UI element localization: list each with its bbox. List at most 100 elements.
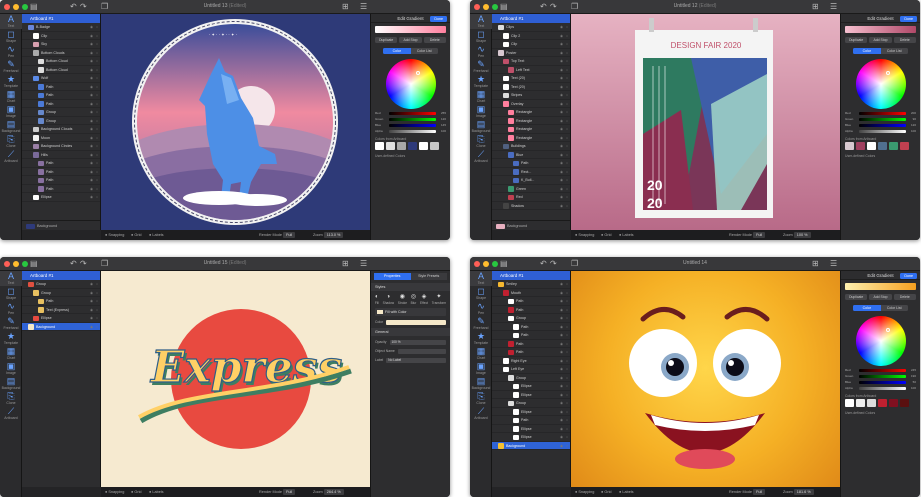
visibility-eye-icon[interactable]: ◉ — [560, 117, 563, 126]
lock-icon[interactable]: ○ — [566, 193, 568, 202]
layer-row[interactable]: Stripes ◉ ○ — [492, 91, 570, 100]
done-button[interactable]: Done — [900, 272, 917, 279]
visibility-eye-icon[interactable]: ◉ — [90, 323, 93, 332]
visibility-eye-icon[interactable]: ◉ — [90, 176, 93, 185]
align-icon[interactable]: ⊞ — [812, 2, 819, 12]
green-slider[interactable] — [859, 374, 906, 378]
lock-icon[interactable]: ○ — [566, 176, 568, 185]
lock-icon[interactable]: ○ — [566, 425, 568, 434]
layer-row[interactable]: Ellipse ◉ ○ — [22, 314, 100, 323]
lock-icon[interactable]: ○ — [566, 134, 568, 143]
tool-background[interactable]: ▤ Background — [470, 119, 492, 134]
snapping-toggle[interactable]: ● Snapping — [105, 487, 124, 497]
lock-icon[interactable]: ○ — [96, 323, 98, 332]
add-stop-button[interactable]: Add Stop — [399, 37, 422, 43]
visibility-eye-icon[interactable]: ◉ — [560, 100, 563, 109]
visibility-eye-icon[interactable]: ◉ — [560, 142, 563, 151]
visibility-eye-icon[interactable]: ◉ — [560, 365, 563, 374]
tool-chart[interactable]: ▦ Chart — [470, 89, 492, 104]
snapping-toggle[interactable]: ● Snapping — [575, 230, 594, 240]
grid-toggle[interactable]: ● Grid — [601, 487, 612, 497]
visibility-eye-icon[interactable]: ◉ — [560, 331, 563, 340]
layer-row[interactable]: Blue ◉ ○ — [492, 151, 570, 159]
visibility-eye-icon[interactable]: ◉ — [560, 280, 563, 289]
inspector-toggle-icon[interactable]: ☰ — [360, 259, 367, 269]
layer-row[interactable]: Path ◉ ○ — [22, 91, 100, 100]
color-wheel[interactable] — [385, 59, 436, 109]
lock-icon[interactable]: ○ — [96, 91, 98, 100]
labels-toggle[interactable]: ● Labels — [149, 487, 164, 497]
color-swatch[interactable] — [856, 142, 865, 150]
lock-icon[interactable]: ○ — [96, 142, 98, 151]
tool-pen[interactable]: ∿ Pen — [470, 44, 492, 59]
smiley-illustration[interactable] — [571, 271, 840, 487]
visibility-eye-icon[interactable]: ◉ — [560, 74, 563, 83]
duplicate-button[interactable]: Duplicate — [845, 37, 868, 43]
tool-background[interactable]: ▤ Background — [470, 376, 492, 391]
background-layer-row[interactable]: Background — [492, 220, 570, 230]
tool-text[interactable]: A Text — [470, 14, 492, 29]
color-swatch[interactable] — [845, 142, 854, 150]
tool-artboard[interactable]: ⟋ Artboard — [0, 149, 22, 164]
layer-row[interactable]: Path ◉ ○ — [22, 100, 100, 108]
tab-style-presets[interactable]: Style Presets — [410, 273, 447, 280]
lock-icon[interactable]: ○ — [566, 391, 568, 400]
visibility-eye-icon[interactable]: ◉ — [560, 314, 563, 323]
lock-icon[interactable]: ○ — [566, 185, 568, 194]
tool-shape[interactable]: ◻ Shape — [470, 29, 492, 44]
visibility-eye-icon[interactable]: ◉ — [90, 289, 93, 298]
layer-row[interactable]: Path ◉ ○ — [22, 297, 100, 306]
lock-icon[interactable]: ○ — [96, 185, 98, 194]
express-lettering-illustration[interactable]: Express Express — [101, 271, 370, 487]
visibility-eye-icon[interactable]: ◉ — [90, 117, 93, 126]
layer-row[interactable]: Ellipse ◉ ○ — [492, 425, 570, 434]
layer-row[interactable]: Path ◉ ○ — [22, 168, 100, 176]
lock-icon[interactable]: ○ — [566, 100, 568, 109]
visibility-eye-icon[interactable]: ◉ — [90, 151, 93, 160]
snapping-toggle[interactable]: ● Snapping — [105, 230, 124, 240]
labels-toggle[interactable]: ● Labels — [149, 230, 164, 240]
lock-icon[interactable]: ○ — [566, 74, 568, 83]
visibility-eye-icon[interactable]: ◉ — [560, 357, 563, 366]
lock-icon[interactable]: ○ — [96, 125, 98, 134]
tab-color-list[interactable]: Color List — [880, 48, 908, 54]
tool-image[interactable]: ▣ Image — [0, 361, 22, 376]
visibility-eye-icon[interactable]: ◉ — [90, 306, 93, 315]
visibility-eye-icon[interactable]: ◉ — [90, 185, 93, 194]
tool-background[interactable]: ▤ Background — [0, 376, 22, 391]
gradient-preview-bar[interactable] — [845, 26, 916, 33]
zoom-field[interactable]: 181.6 % — [793, 489, 814, 495]
visibility-eye-icon[interactable]: ◉ — [90, 108, 93, 117]
property-control[interactable]: 100 % — [389, 339, 446, 345]
layer-row[interactable]: Bottom Cloud ◉ ○ — [22, 66, 100, 74]
group-icon[interactable]: ❐ — [571, 259, 578, 269]
visibility-eye-icon[interactable]: ◉ — [560, 193, 563, 202]
style-blur-button[interactable]: ◎ Blur — [411, 294, 417, 305]
group-icon[interactable]: ❐ — [571, 2, 578, 12]
layer-row[interactable]: Clip 2 ◉ ○ — [492, 32, 570, 41]
layer-row[interactable]: Ellipse ◉ ○ — [492, 408, 570, 416]
lock-icon[interactable]: ○ — [96, 193, 98, 202]
lock-icon[interactable]: ○ — [96, 108, 98, 117]
layer-row[interactable]: Smiley ◉ ○ — [492, 280, 570, 289]
lock-icon[interactable]: ○ — [96, 159, 98, 168]
visibility-eye-icon[interactable]: ◉ — [560, 323, 563, 332]
canvas[interactable]: Express Express — [101, 271, 370, 487]
visibility-eye-icon[interactable]: ◉ — [560, 399, 563, 408]
visibility-eye-icon[interactable]: ◉ — [560, 348, 563, 357]
lock-icon[interactable]: ○ — [96, 117, 98, 126]
style-shadow-button[interactable]: ◑ Shadow — [383, 294, 395, 305]
tab-properties[interactable]: Properties — [374, 273, 411, 280]
artboard-header[interactable]: Artboard #1 — [22, 14, 100, 23]
lock-icon[interactable]: ○ — [566, 340, 568, 349]
lock-icon[interactable]: ○ — [566, 331, 568, 340]
lock-icon[interactable]: ○ — [566, 433, 568, 442]
color-wheel-handle[interactable] — [415, 71, 420, 75]
lock-icon[interactable]: ○ — [96, 134, 98, 143]
fill-color-swatch[interactable] — [377, 310, 383, 315]
lock-icon[interactable]: ○ — [566, 399, 568, 408]
layer-row[interactable]: Bottom Clouds ◉ ○ — [22, 49, 100, 57]
visibility-eye-icon[interactable]: ◉ — [90, 134, 93, 143]
blue-slider[interactable] — [389, 123, 436, 127]
visibility-eye-icon[interactable]: ◉ — [560, 32, 563, 41]
